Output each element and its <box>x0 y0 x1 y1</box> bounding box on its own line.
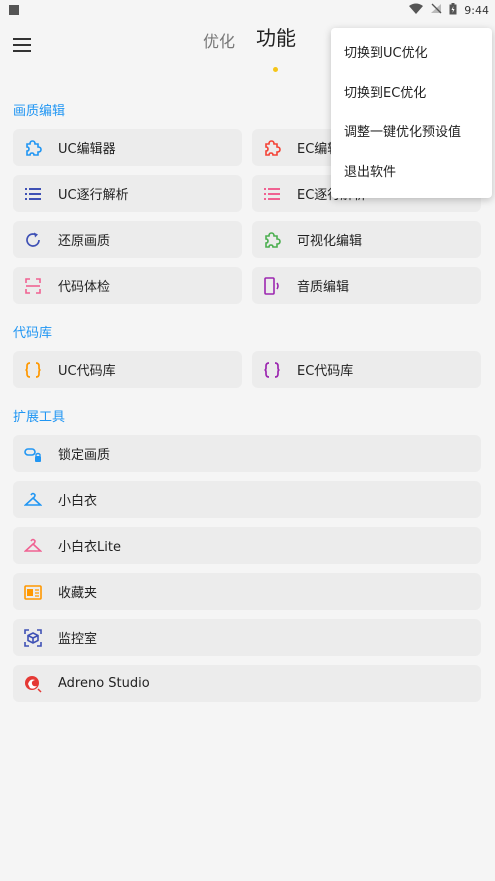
adreno-studio-button[interactable]: Adreno Studio <box>13 665 481 702</box>
list-icon <box>263 185 281 203</box>
menu-icon[interactable] <box>13 38 31 52</box>
menu-item-switch-uc[interactable]: 切换到UC优化 <box>331 34 492 74</box>
section-title-extension-tools: 扩展工具 <box>13 410 66 425</box>
folder-star-icon <box>24 583 42 601</box>
uc-code-library-button[interactable]: UC代码库 <box>13 351 242 388</box>
puzzle-icon <box>263 139 281 157</box>
item-label: 小白衣 <box>58 494 98 509</box>
braces-icon <box>24 361 42 379</box>
lock-quality-button[interactable]: 锁定画质 <box>13 435 481 472</box>
item-label: 可视化编辑 <box>297 234 363 249</box>
item-label: UC逐行解析 <box>58 188 129 203</box>
item-label: 小白衣Lite <box>58 540 121 555</box>
link-lock-icon <box>24 445 42 463</box>
tab-indicator <box>273 67 278 72</box>
list-icon <box>24 185 42 203</box>
favorites-button[interactable]: 收藏夹 <box>13 573 481 610</box>
item-label: 监控室 <box>58 632 98 647</box>
section-title-code-library: 代码库 <box>13 326 53 341</box>
puzzle-icon <box>263 231 281 249</box>
item-label: 还原画质 <box>58 234 111 249</box>
item-label: UC编辑器 <box>58 142 116 157</box>
item-label: Adreno Studio <box>58 676 150 691</box>
monitor-room-button[interactable]: 监控室 <box>13 619 481 656</box>
ec-code-library-button[interactable]: EC代码库 <box>252 351 481 388</box>
status-bar: 9:44 <box>0 0 495 20</box>
menu-item-exit[interactable]: 退出软件 <box>331 153 492 193</box>
xiaobaiyi-button[interactable]: 小白衣 <box>13 481 481 518</box>
hanger-icon <box>24 537 42 555</box>
code-check-button[interactable]: 代码体检 <box>13 267 242 304</box>
item-label: 收藏夹 <box>58 586 98 601</box>
menu-item-adjust-presets[interactable]: 调整一键优化预设值 <box>331 113 492 153</box>
status-time: 9:44 <box>464 3 489 17</box>
scan-icon <box>24 277 42 295</box>
braces-icon <box>263 361 281 379</box>
code-library-grid: UC代码库 EC代码库 <box>13 351 482 388</box>
hanger-icon <box>24 491 42 509</box>
xiaobaiyi-lite-button[interactable]: 小白衣Lite <box>13 527 481 564</box>
wifi-icon <box>409 3 424 17</box>
status-icons: 9:44 <box>409 2 489 18</box>
item-label: 锁定画质 <box>58 448 111 463</box>
item-label: UC代码库 <box>58 364 116 379</box>
no-signal-icon <box>430 3 442 17</box>
notification-icon <box>9 5 19 15</box>
item-label: 音质编辑 <box>297 280 350 295</box>
phone-sound-icon <box>263 276 281 295</box>
monitor-cube-icon <box>24 628 42 647</box>
sound-edit-button[interactable]: 音质编辑 <box>252 267 481 304</box>
adreno-icon <box>24 675 42 693</box>
uc-editor-button[interactable]: UC编辑器 <box>13 129 242 166</box>
restore-quality-button[interactable]: 还原画质 <box>13 221 242 258</box>
tab-functions[interactable]: 功能 <box>256 22 296 51</box>
overflow-popup-menu: 切换到UC优化 切换到EC优化 调整一键优化预设值 退出软件 <box>331 28 492 198</box>
extension-tools-list: 锁定画质 小白衣 小白衣Lite 收藏夹 监控室 Adreno Studio <box>13 435 482 702</box>
menu-item-switch-ec[interactable]: 切换到EC优化 <box>331 74 492 114</box>
uc-line-parse-button[interactable]: UC逐行解析 <box>13 175 242 212</box>
restore-icon <box>24 231 42 249</box>
visual-edit-button[interactable]: 可视化编辑 <box>252 221 481 258</box>
battery-icon <box>449 2 457 18</box>
item-label: 代码体检 <box>58 280 111 295</box>
puzzle-icon <box>24 139 42 157</box>
item-label: EC代码库 <box>297 364 354 379</box>
tab-optimize[interactable]: 优化 <box>203 28 235 52</box>
